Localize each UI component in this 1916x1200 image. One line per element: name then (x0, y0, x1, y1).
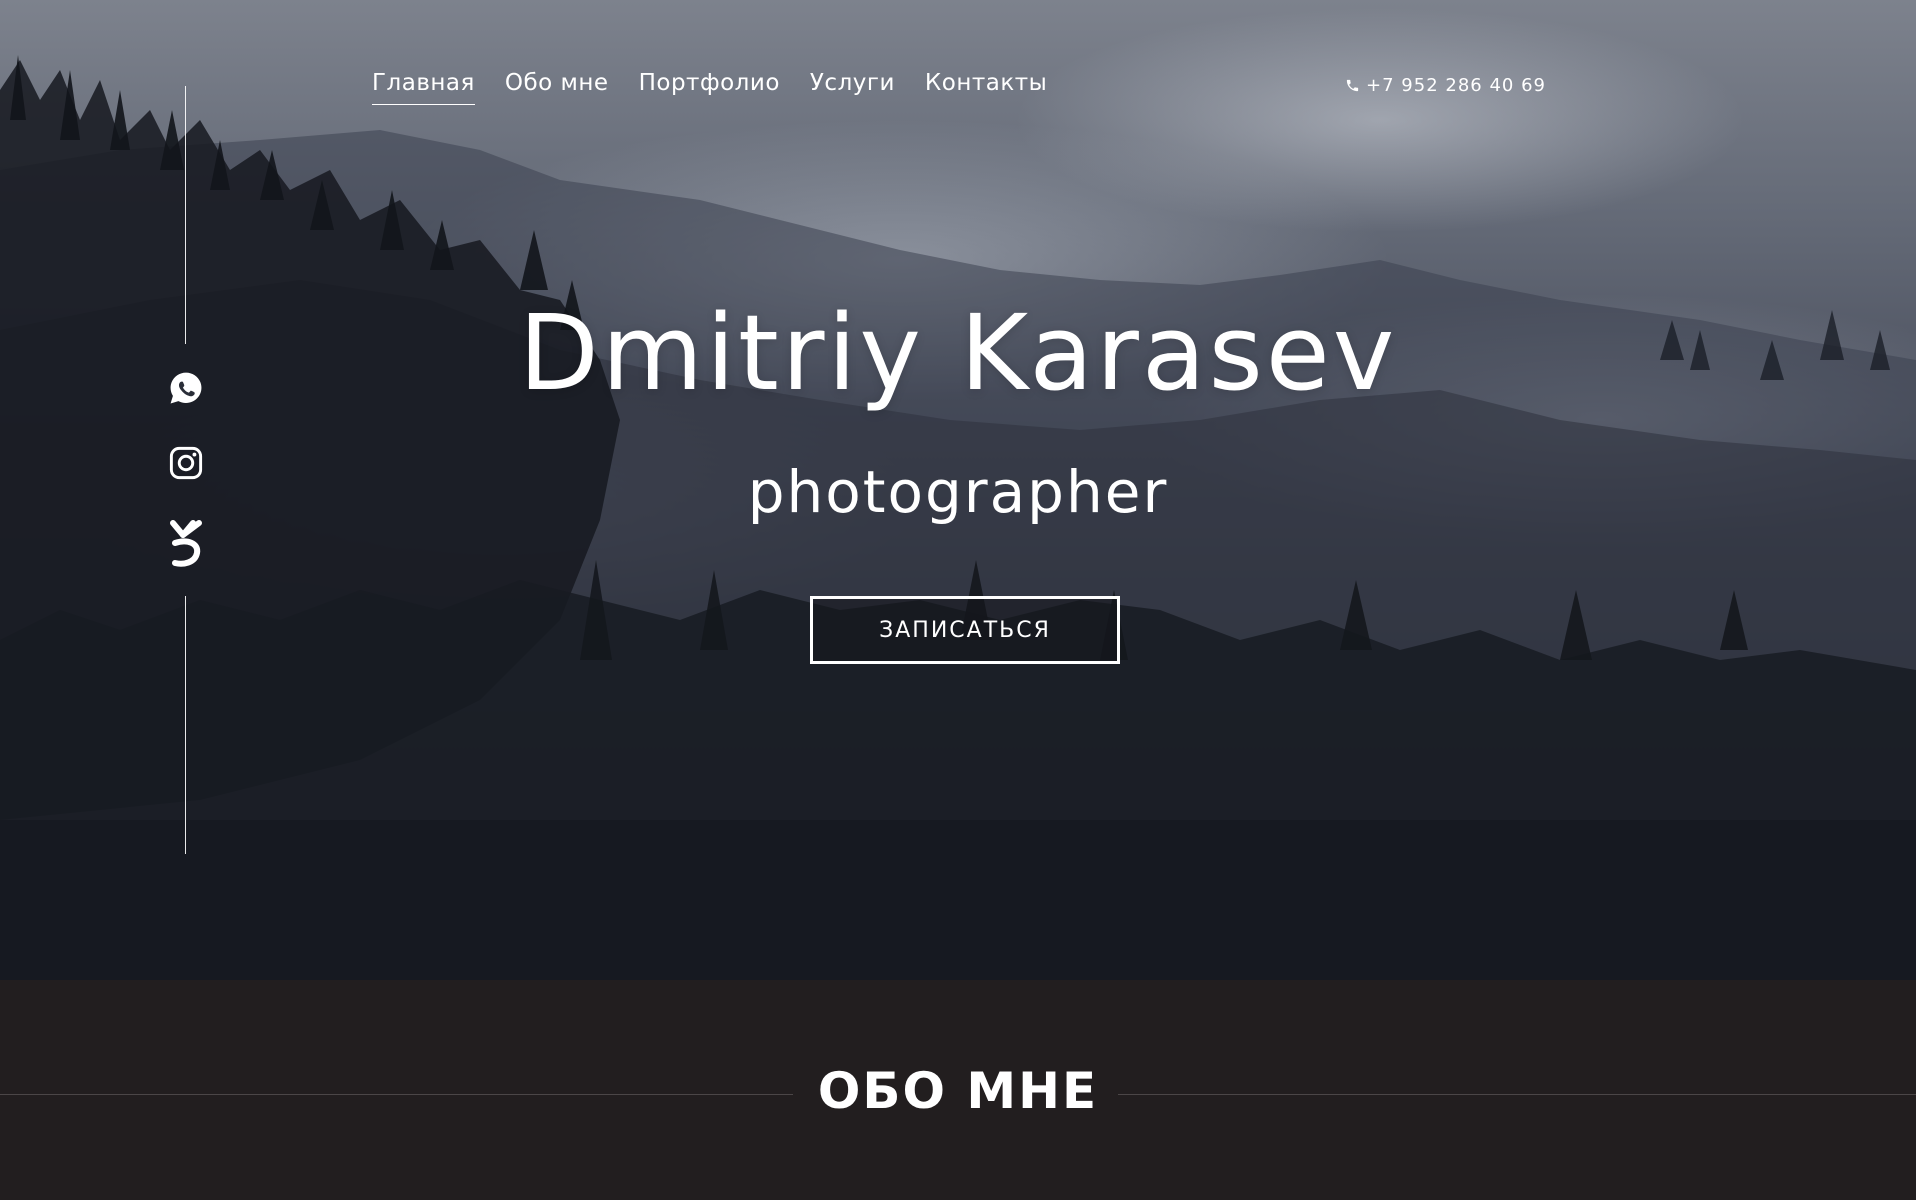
signup-button[interactable]: ЗАПИСАТЬСЯ (810, 596, 1120, 664)
nav-item-portfolio[interactable]: Портфолио (639, 70, 780, 105)
about-section: ОБО МНЕ (0, 980, 1916, 1200)
about-heading: ОБО МНЕ (817, 1062, 1099, 1120)
nav-item-about[interactable]: Обо мне (505, 70, 609, 105)
nav-item-contacts[interactable]: Контакты (925, 70, 1047, 105)
nav-item-home[interactable]: Главная (372, 70, 475, 105)
phone-icon (1345, 78, 1360, 93)
hero-title: Dmitriy Karasev (518, 292, 1398, 414)
nav-item-services[interactable]: Услуги (810, 70, 895, 105)
phone-link[interactable]: +7 952 286 40 69 (1345, 75, 1546, 96)
phone-number: +7 952 286 40 69 (1366, 75, 1546, 96)
sidebar-divider-bottom (185, 596, 186, 854)
hero-section: Главная Обо мне Портфолио Услуги Контакт… (0, 0, 1916, 980)
main-nav: Главная Обо мне Портфолио Услуги Контакт… (372, 70, 1077, 105)
hero-subtitle: photographer (747, 458, 1169, 526)
about-divider-right (1118, 1094, 1916, 1095)
